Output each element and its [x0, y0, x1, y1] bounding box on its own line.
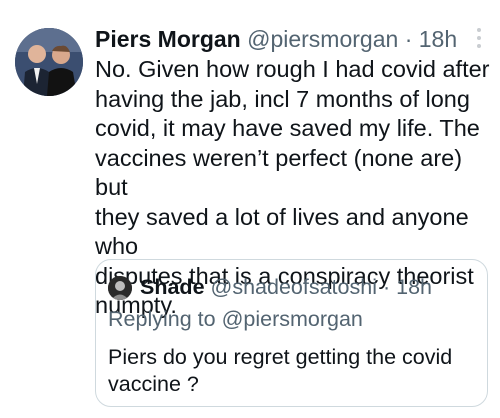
- quoted-author-name[interactable]: Shade: [140, 275, 205, 299]
- more-vertical-icon[interactable]: [473, 28, 485, 54]
- quoted-tweet-text: Piers do you regret getting the covid va…: [108, 345, 453, 396]
- tweet-header: Piers Morgan @piersmorgan · 18h: [95, 22, 457, 56]
- quoted-tweet-header: Shade @shadeofsatoshi · 18h: [140, 272, 480, 302]
- author-handle[interactable]: @piersmorgan: [247, 26, 398, 52]
- quoted-tweet-timestamp[interactable]: 18h: [396, 275, 432, 299]
- quoted-author-handle[interactable]: @shadeofsatoshi: [211, 275, 377, 299]
- quoted-separator-dot: ·: [382, 275, 391, 299]
- author-avatar[interactable]: [15, 28, 83, 96]
- quoted-tweet[interactable]: Shade @shadeofsatoshi · 18h Replying to …: [95, 259, 488, 407]
- tweet-timestamp[interactable]: 18h: [419, 26, 457, 52]
- replying-to-label: Replying to: [108, 307, 216, 331]
- tweet[interactable]: Piers Morgan @piersmorgan · 18h No. Give…: [0, 0, 500, 418]
- replying-to-line: Replying to @piersmorgan: [108, 304, 363, 334]
- replying-to-mention[interactable]: @piersmorgan: [222, 307, 363, 331]
- author-name[interactable]: Piers Morgan: [95, 26, 241, 52]
- separator-dot: ·: [404, 26, 413, 52]
- quoted-author-avatar[interactable]: [108, 276, 132, 300]
